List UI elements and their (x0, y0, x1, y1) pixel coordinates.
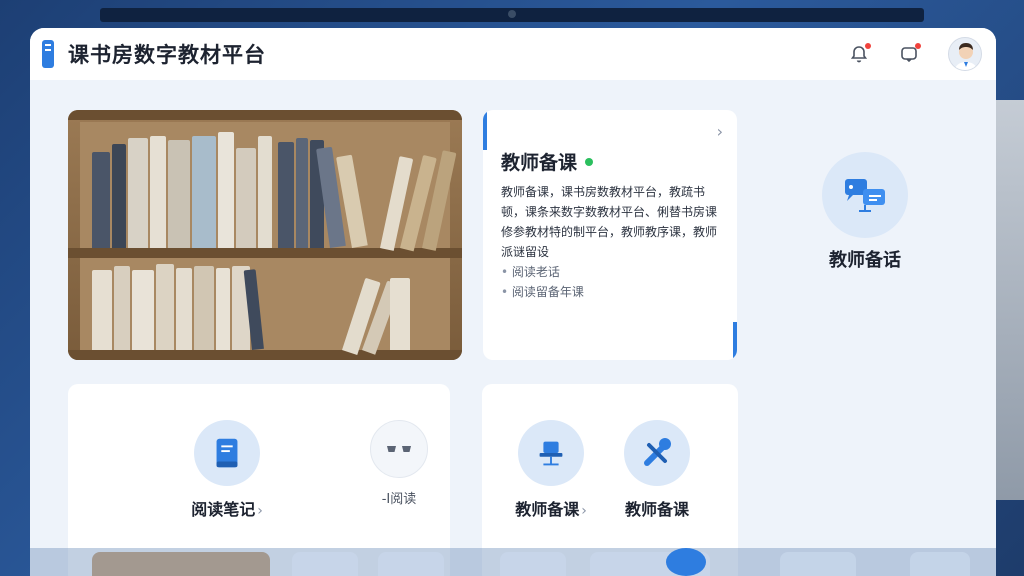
dock-item[interactable] (780, 552, 856, 576)
tile-label: 阅读笔记 › (172, 496, 282, 520)
message-icon[interactable] (898, 43, 921, 65)
card-list: 阅读老话 阅读留备年课 (501, 262, 584, 302)
logo-icon (42, 40, 54, 68)
camera-icon (508, 10, 516, 18)
card-title: 教师备课 (501, 148, 594, 175)
app-title: 课书房数字教材平台 (68, 43, 266, 67)
bottom-dock (30, 548, 996, 576)
dock-item[interactable] (292, 552, 358, 576)
notification-dot (865, 43, 871, 49)
card-accent-bottom (733, 322, 737, 360)
list-item: 阅读留备年课 (501, 282, 584, 302)
feature-teacher-talk[interactable]: 教师备话 (820, 152, 910, 272)
projector-icon (518, 420, 584, 486)
tile-reading-notes[interactable]: 阅读笔记 › (172, 420, 282, 520)
top-bar: 课书房数字教材平台 (30, 28, 996, 80)
chevron-right-icon: › (257, 503, 263, 519)
upload-icon[interactable] (666, 548, 706, 576)
tile-teacher-prep-2[interactable]: 教师备课 (602, 420, 712, 520)
book-icon (194, 420, 260, 486)
app-screen: 课书房数字教材平台 › 教师备课 教师备课，课书房数教材平台，教疏书顿，课条来数… (30, 28, 996, 576)
dock-item[interactable] (500, 552, 566, 576)
feature-label: 教师备话 (829, 250, 901, 271)
header-actions (848, 37, 982, 71)
glasses-icon (370, 420, 428, 478)
tile-teacher-prep-1[interactable]: 教师备课 › (496, 420, 606, 520)
avatar[interactable] (948, 37, 982, 71)
chevron-right-icon[interactable]: › (717, 122, 723, 141)
dock-item[interactable] (378, 552, 444, 576)
tile-label: 教师备课 › (496, 496, 606, 520)
tile-label-text: 教师备课 (624, 500, 689, 519)
message-dot (915, 43, 921, 49)
presentation-icon (822, 152, 908, 238)
bookshelf-image (68, 110, 462, 360)
bell-icon[interactable] (848, 43, 871, 65)
chevron-right-icon: › (581, 503, 587, 519)
card-title-text: 教师备课 (501, 152, 578, 174)
card-accent-top (483, 110, 487, 150)
dock-item[interactable] (910, 552, 970, 576)
dock-item[interactable] (92, 552, 270, 576)
tile-reading[interactable]: -I阅读 (364, 420, 434, 507)
card-description: 教师备课，课书房数教材平台，教疏书顿，课条来数字数教材平台、俐替书房课修参教材特… (501, 185, 718, 259)
status-dot (585, 157, 594, 166)
tools-icon (624, 420, 690, 486)
teacher-prep-card[interactable]: › 教师备课 教师备课，课书房数教材平台，教疏书顿，课条来数字数教材平台、俐替书… (483, 110, 737, 360)
tile-label-text: -I阅读 (381, 492, 417, 507)
tile-label-text: 教师备课 (515, 500, 580, 519)
list-item: 阅读老话 (501, 262, 584, 282)
tile-label-text: 阅读笔记 (191, 500, 256, 519)
